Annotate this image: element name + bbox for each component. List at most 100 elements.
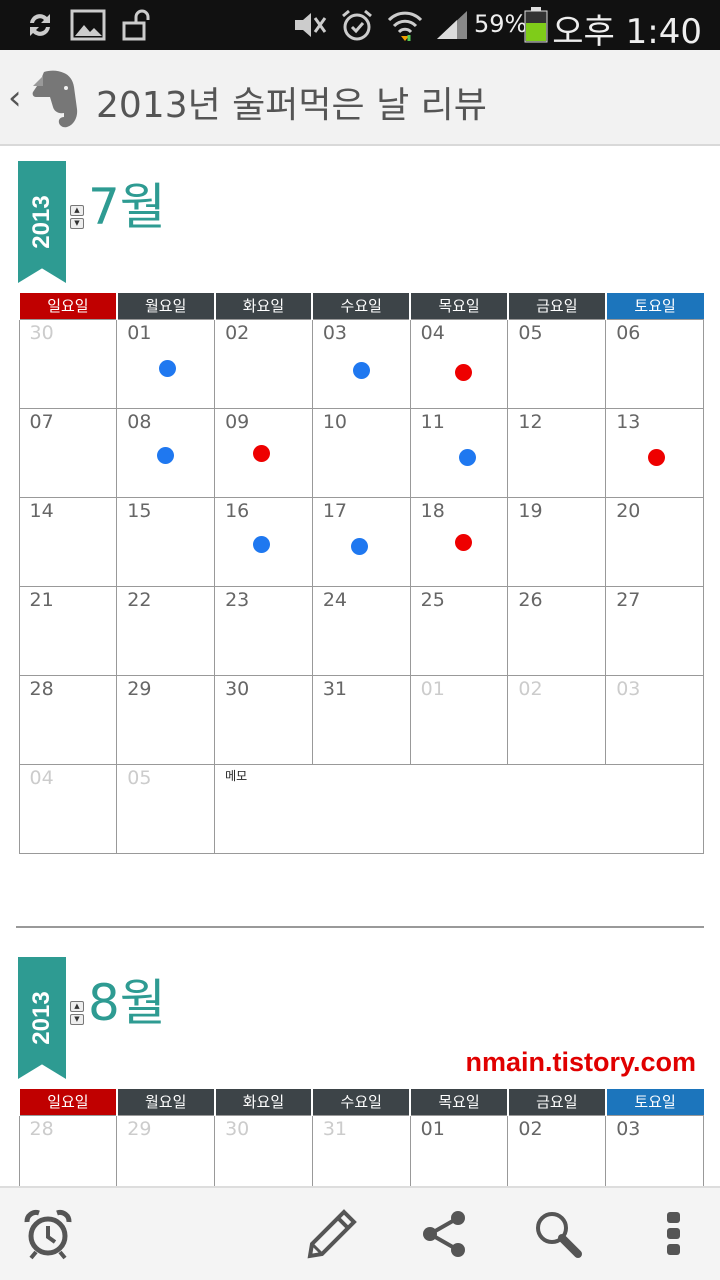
day-cell[interactable]: 15 [116,496,216,587]
stepper-down-icon[interactable]: ▼ [70,218,84,229]
day-cell[interactable]: 08 [116,407,216,498]
day-cell[interactable]: 03 [605,674,704,765]
month-stepper[interactable]: ▲ ▼ [70,205,84,229]
day-cell[interactable]: 01 [409,674,509,765]
day-cell[interactable]: 20 [605,496,704,587]
day-cell[interactable]: 05 [116,763,216,854]
more-vert-icon[interactable] [646,1206,702,1262]
blue-dot-marker [352,361,370,379]
search-icon[interactable] [530,1206,586,1262]
alarm-clock-icon[interactable] [20,1206,76,1262]
year-ribbon: 2013 [18,957,66,1079]
stepper-down-icon[interactable]: ▼ [70,1014,84,1025]
weekday-label: 화요일 [213,1089,313,1115]
day-cell[interactable]: 06 [605,318,704,409]
day-number: 02 [518,677,543,700]
day-cell[interactable]: 29 [116,674,216,765]
day-cell[interactable]: 21 [18,585,118,676]
day-cell[interactable]: 17 [311,496,411,587]
note-content[interactable]: 2013 ▲ ▼ 7월 일요일 월요일 화요일 수요일 목요일 금요일 토요일 30 01 02 0… [0,146,720,1186]
day-number: 24 [322,588,348,611]
day-cell[interactable]: 04 [409,318,509,409]
day-cell[interactable]: 31 [311,1114,411,1186]
day-number: 14 [29,499,54,522]
day-number: 11 [420,410,445,433]
day-number: 15 [127,499,152,522]
day-cell[interactable]: 31 [311,674,411,765]
day-number: 26 [518,588,543,611]
weekday-header: 일요일 월요일 화요일 수요일 목요일 금요일 토요일 [18,1089,704,1115]
weekday-label: 금요일 [506,1089,606,1115]
day-cell[interactable]: 10 [311,407,411,498]
day-cell[interactable]: 29 [116,1114,216,1186]
share-icon[interactable] [416,1206,472,1262]
day-cell[interactable]: 01 [409,1114,509,1186]
day-number: 08 [127,410,152,433]
day-cell[interactable]: 07 [18,407,118,498]
calendar-week-row: 28 29 30 31 01 02 03 [18,1114,704,1186]
day-cell[interactable]: 12 [507,407,607,498]
day-number: 12 [518,410,543,433]
weekday-header: 일요일 월요일 화요일 수요일 목요일 금요일 토요일 [18,293,704,319]
day-number: 01 [420,677,445,700]
weekday-label: 토요일 [604,1089,704,1115]
day-cell[interactable]: 03 [311,318,411,409]
weekday-label: 일요일 [18,1089,117,1115]
day-number: 04 [420,321,445,344]
calendar-july: 2013 ▲ ▼ 7월 일요일 월요일 화요일 수요일 목요일 금요일 토요일 30 01 02 0… [18,161,704,861]
day-cell[interactable]: 14 [18,496,118,587]
day-cell[interactable]: 27 [605,585,704,676]
day-cell[interactable]: 25 [409,585,509,676]
day-cell[interactable]: 02 [507,1114,607,1186]
alarm-icon [338,6,376,44]
day-number: 04 [29,766,54,789]
stepper-up-icon[interactable]: ▲ [70,1001,84,1012]
day-cell[interactable]: 24 [311,585,411,676]
evernote-logo-icon[interactable] [30,68,84,130]
day-cell[interactable]: 19 [507,496,607,587]
watermark: nmain.tistory.com [465,1047,696,1077]
day-cell[interactable]: 01 [116,318,216,409]
weekday-label: 화요일 [213,293,313,319]
day-cell[interactable]: 11 [409,407,509,498]
day-number: 25 [420,588,445,611]
day-cell[interactable]: 23 [214,585,313,676]
day-cell[interactable]: 22 [116,585,216,676]
day-cell[interactable]: 28 [18,674,118,765]
day-cell[interactable]: 09 [214,407,313,498]
calendar-week-row: 14 15 16 17 18 19 20 [18,496,704,587]
month-title: 8월 [88,974,166,1032]
day-number: 30 [225,1117,250,1140]
memo-cell[interactable]: 메모 [214,763,704,854]
gallery-icon [68,6,108,44]
day-cell[interactable]: 26 [507,585,607,676]
signal-icon [434,6,470,44]
day-number: 28 [29,677,54,700]
day-cell[interactable]: 02 [507,674,607,765]
day-cell[interactable]: 02 [214,318,313,409]
day-cell[interactable]: 30 [214,1114,313,1186]
red-dot-marker [648,448,666,466]
day-number: 05 [127,766,152,789]
day-cell[interactable]: 16 [214,496,313,587]
day-number: 27 [616,588,641,611]
day-cell[interactable]: 30 [214,674,313,765]
day-number: 18 [420,499,445,522]
day-cell[interactable]: 28 [18,1114,118,1186]
day-number: 30 [225,677,250,700]
day-cell[interactable]: 03 [605,1114,704,1186]
day-number: 16 [225,499,250,522]
day-cell[interactable]: 04 [18,763,118,854]
stepper-up-icon[interactable]: ▲ [70,205,84,216]
weekday-label: 금요일 [506,293,606,319]
back-icon[interactable]: ‹ [8,78,22,118]
month-stepper[interactable]: ▲ ▼ [70,1001,84,1025]
day-cell[interactable]: 18 [409,496,509,587]
day-number: 09 [225,410,250,433]
day-cell[interactable]: 05 [507,318,607,409]
day-cell[interactable]: 30 [18,318,118,409]
blue-dot-marker [159,359,177,377]
calendar-week-row: 04 05 메모 [18,763,704,854]
pencil-icon[interactable] [304,1206,360,1262]
day-cell[interactable]: 13 [605,407,704,498]
